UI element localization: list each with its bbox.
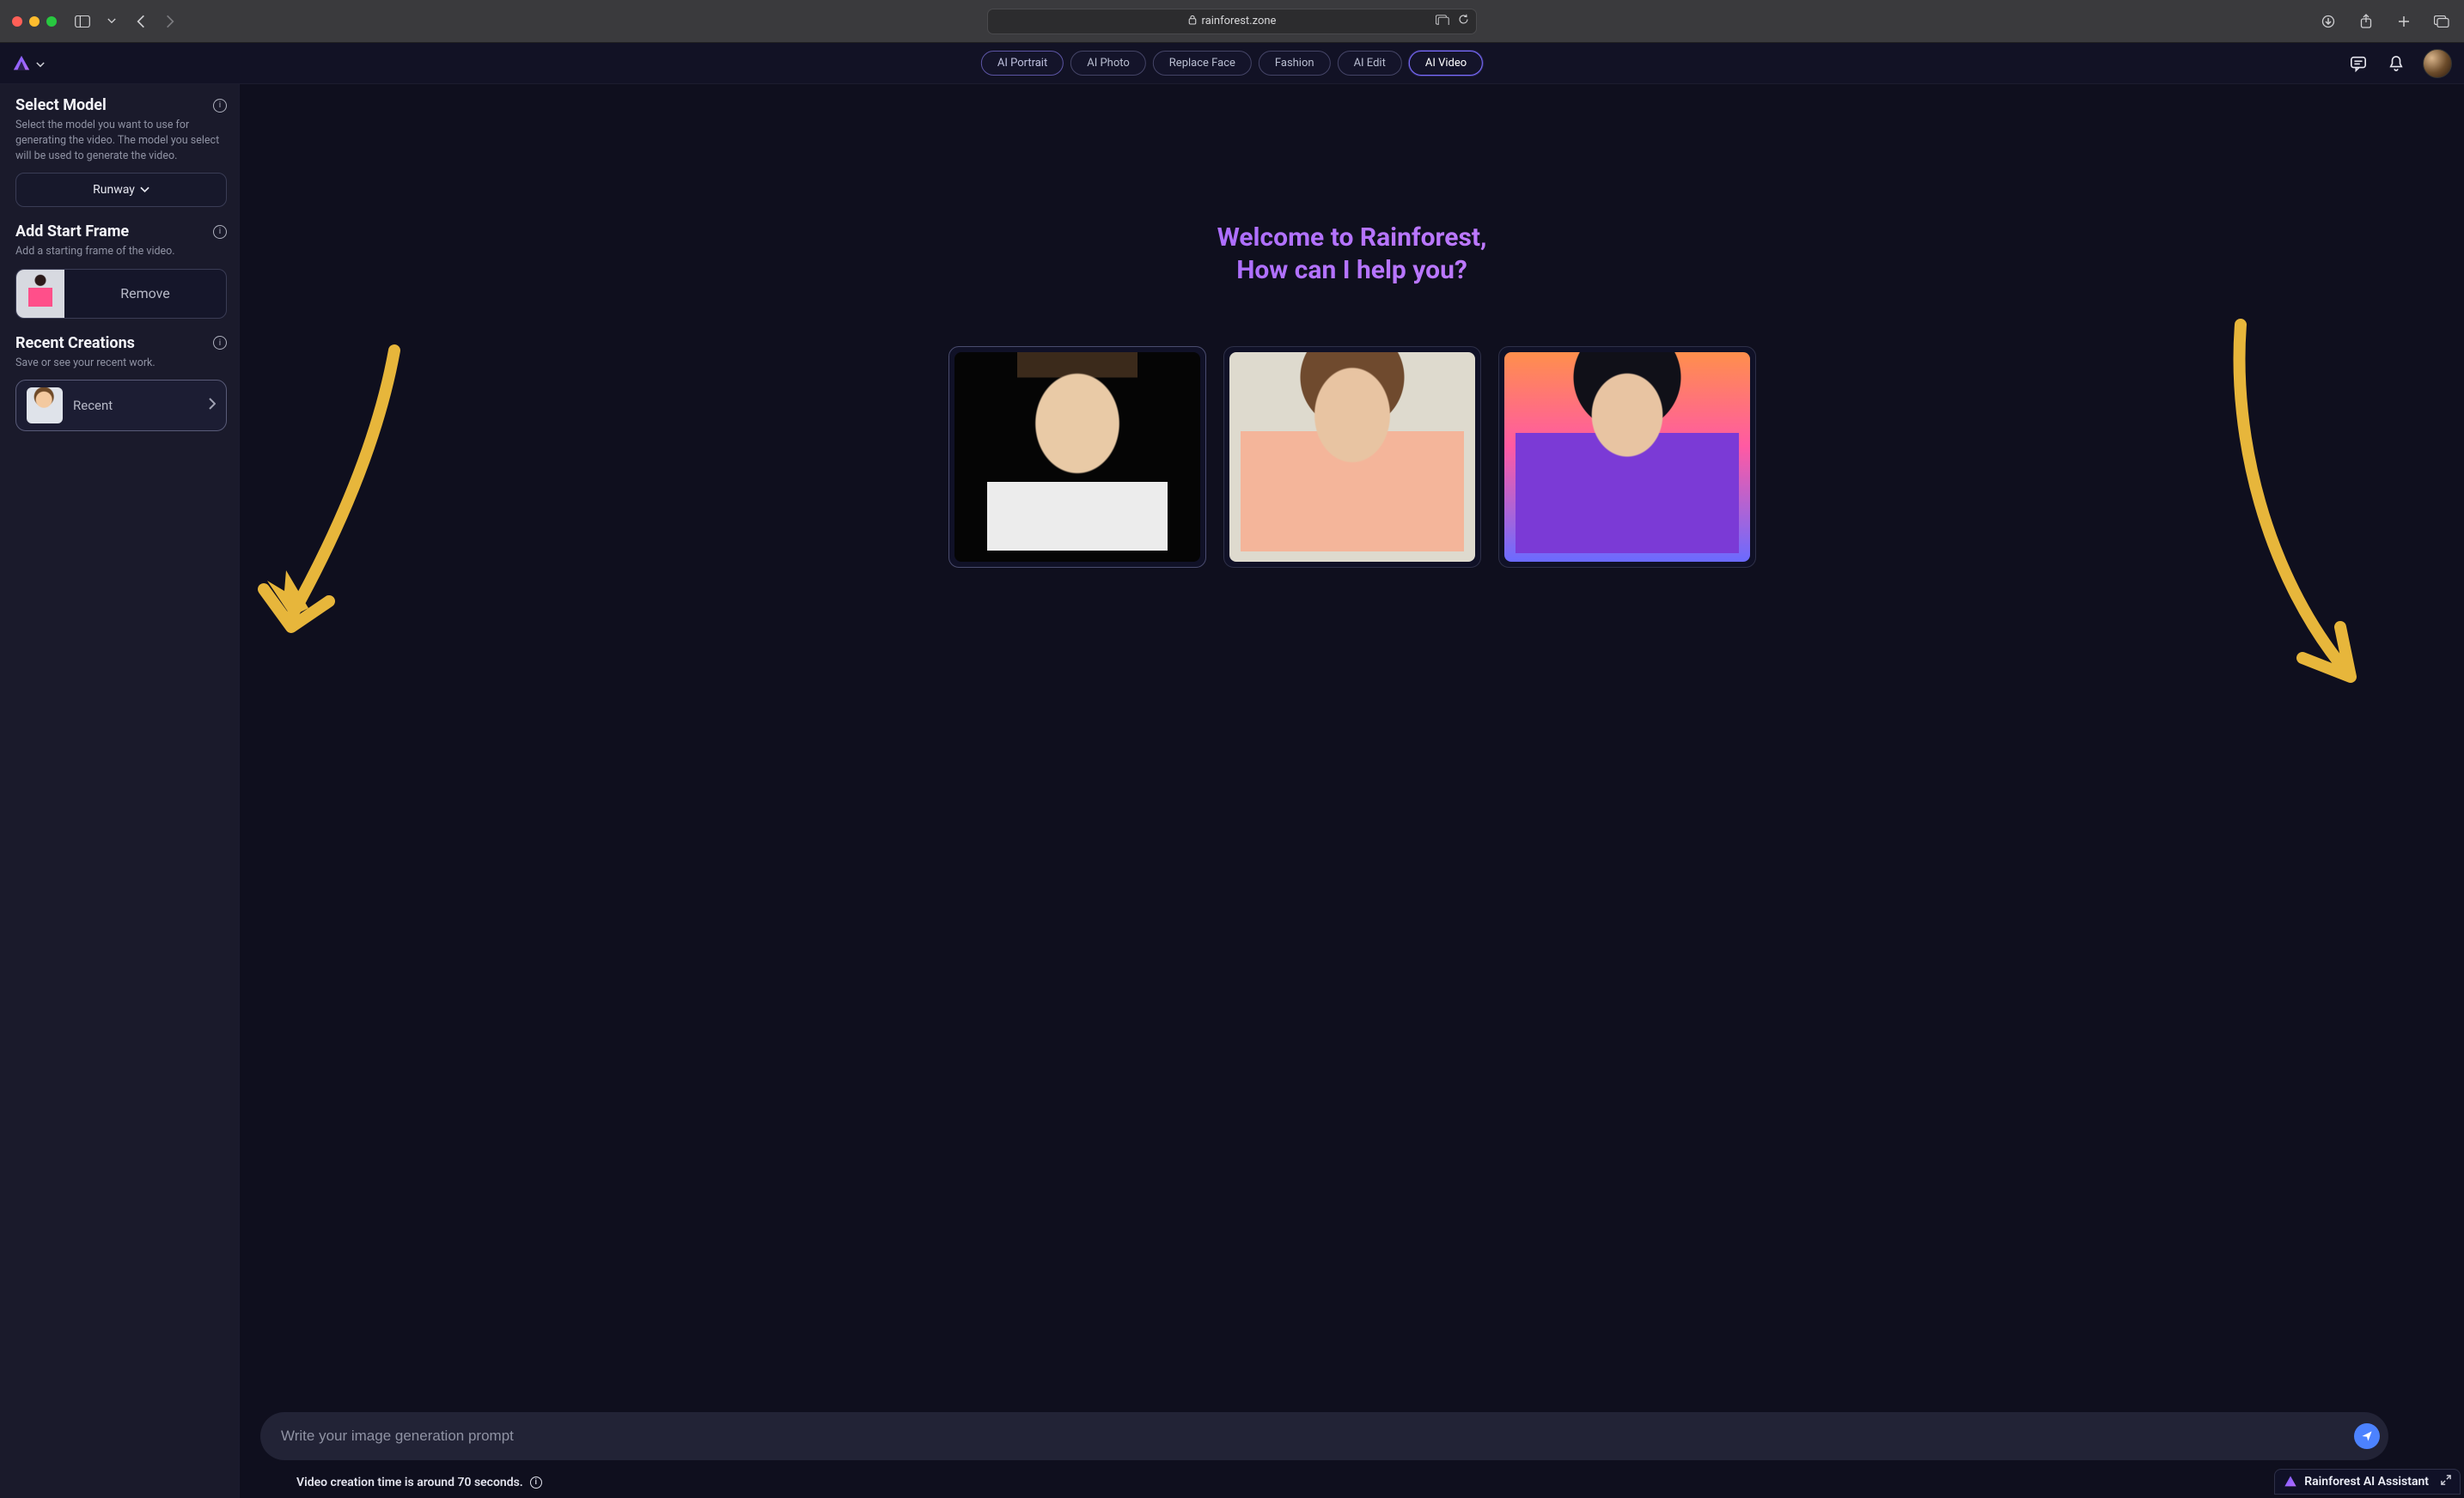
tab-overview-icon[interactable] bbox=[2431, 11, 2452, 32]
forward-button-icon bbox=[160, 11, 180, 32]
example-image bbox=[1229, 352, 1475, 562]
example-card[interactable] bbox=[1223, 346, 1481, 568]
example-card[interactable] bbox=[1498, 346, 1756, 568]
close-window-button[interactable] bbox=[12, 16, 22, 27]
url-text: rainforest.zone bbox=[1202, 15, 1277, 27]
section-recent-creations: Recent Creations i Save or see your rece… bbox=[15, 334, 227, 431]
share-icon[interactable] bbox=[2356, 11, 2376, 32]
downloads-icon[interactable] bbox=[2318, 11, 2339, 32]
send-icon bbox=[2361, 1430, 2373, 1442]
welcome-heading: Welcome to Rainforest, How can I help yo… bbox=[240, 222, 2464, 286]
model-select[interactable]: Runway bbox=[15, 173, 227, 207]
section-select-model: Select Model i Select the model you want… bbox=[15, 96, 227, 207]
sidebar-toggle-icon[interactable] bbox=[72, 11, 93, 32]
tab-replace-face[interactable]: Replace Face bbox=[1153, 51, 1252, 76]
prompt-input[interactable] bbox=[281, 1428, 2345, 1445]
canvas: Welcome to Rainforest, How can I help yo… bbox=[240, 84, 2464, 1498]
assistant-label: Rainforest AI Assistant bbox=[2304, 1475, 2429, 1489]
model-select-value: Runway bbox=[93, 183, 135, 197]
main-split: Select Model i Select the model you want… bbox=[0, 84, 2464, 1498]
minimize-window-button[interactable] bbox=[29, 16, 40, 27]
expand-icon bbox=[2441, 1475, 2451, 1489]
app-logo-dropdown[interactable] bbox=[12, 54, 45, 73]
tab-group-dropdown-icon[interactable] bbox=[101, 11, 122, 32]
fullscreen-window-button[interactable] bbox=[46, 16, 57, 27]
back-button-icon[interactable] bbox=[131, 11, 151, 32]
recent-creations-description: Save or see your recent work. bbox=[15, 356, 227, 371]
select-model-title: Select Model bbox=[15, 96, 107, 114]
example-cards bbox=[240, 346, 2464, 568]
app-logo-icon bbox=[12, 54, 31, 73]
chevron-down-icon bbox=[36, 55, 45, 71]
tab-ai-portrait[interactable]: AI Portrait bbox=[981, 51, 1064, 76]
app-shell: AI Portrait AI Photo Replace Face Fashio… bbox=[0, 43, 2464, 1498]
example-image bbox=[1504, 352, 1750, 562]
sidebar: Select Model i Select the model you want… bbox=[0, 84, 240, 1498]
info-icon[interactable]: i bbox=[213, 99, 227, 113]
user-avatar[interactable] bbox=[2423, 49, 2452, 78]
tab-ai-edit[interactable]: AI Edit bbox=[1338, 51, 1402, 76]
chevron-down-icon bbox=[140, 183, 149, 197]
info-icon[interactable]: i bbox=[213, 336, 227, 350]
send-button[interactable] bbox=[2354, 1423, 2380, 1449]
welcome-line-1: Welcome to Rainforest, bbox=[240, 222, 2464, 254]
browser-chrome: rainforest.zone bbox=[0, 0, 2464, 43]
tab-label: AI Portrait bbox=[997, 57, 1047, 70]
tab-label: AI Edit bbox=[1354, 57, 1386, 70]
info-icon[interactable]: i bbox=[213, 225, 227, 239]
recent-label: Recent bbox=[73, 398, 113, 413]
tab-ai-video[interactable]: AI Video bbox=[1409, 51, 1483, 76]
app-top-bar: AI Portrait AI Photo Replace Face Fashio… bbox=[0, 43, 2464, 84]
reload-icon[interactable] bbox=[1458, 14, 1469, 28]
select-model-description: Select the model you want to use for gen… bbox=[15, 118, 227, 164]
tab-label: AI Photo bbox=[1087, 57, 1130, 70]
tab-label: AI Video bbox=[1425, 57, 1467, 70]
tab-label: Fashion bbox=[1275, 57, 1314, 70]
recent-creations-button[interactable]: Recent bbox=[15, 380, 227, 431]
start-frame-thumbnail[interactable] bbox=[16, 270, 64, 318]
section-add-start-frame: Add Start Frame i Add a starting frame o… bbox=[15, 222, 227, 318]
info-icon[interactable]: i bbox=[530, 1477, 542, 1489]
assistant-widget[interactable]: Rainforest AI Assistant bbox=[2274, 1469, 2461, 1495]
prompt-bar bbox=[260, 1412, 2388, 1460]
app-logo-icon bbox=[2284, 1475, 2297, 1489]
footer-note: Video creation time is around 70 seconds… bbox=[296, 1476, 542, 1489]
footer-note-text: Video creation time is around 70 seconds… bbox=[296, 1476, 523, 1489]
url-bar[interactable]: rainforest.zone bbox=[987, 9, 1477, 34]
tab-ai-photo[interactable]: AI Photo bbox=[1070, 51, 1146, 76]
reader-share-icon[interactable] bbox=[1436, 15, 1449, 28]
recent-thumbnail bbox=[27, 387, 63, 423]
chat-icon[interactable] bbox=[2347, 52, 2369, 75]
welcome-line-2: How can I help you? bbox=[240, 254, 2464, 287]
bell-icon[interactable] bbox=[2385, 52, 2407, 75]
chevron-right-icon bbox=[209, 397, 216, 413]
lock-icon bbox=[1188, 15, 1197, 28]
remove-label: Remove bbox=[120, 285, 170, 301]
window-controls bbox=[12, 16, 57, 27]
new-tab-icon[interactable] bbox=[2394, 11, 2414, 32]
recent-creations-title: Recent Creations bbox=[15, 334, 135, 352]
add-start-frame-description: Add a starting frame of the video. bbox=[15, 244, 227, 259]
tab-fashion[interactable]: Fashion bbox=[1259, 51, 1331, 76]
remove-start-frame-button[interactable]: Remove bbox=[64, 285, 226, 301]
example-image bbox=[954, 352, 1200, 562]
tab-label: Replace Face bbox=[1169, 57, 1235, 70]
add-start-frame-title: Add Start Frame bbox=[15, 222, 129, 241]
example-card[interactable] bbox=[948, 346, 1206, 568]
top-tabs: AI Portrait AI Photo Replace Face Fashio… bbox=[981, 51, 1483, 76]
start-frame-box: Remove bbox=[15, 269, 227, 319]
